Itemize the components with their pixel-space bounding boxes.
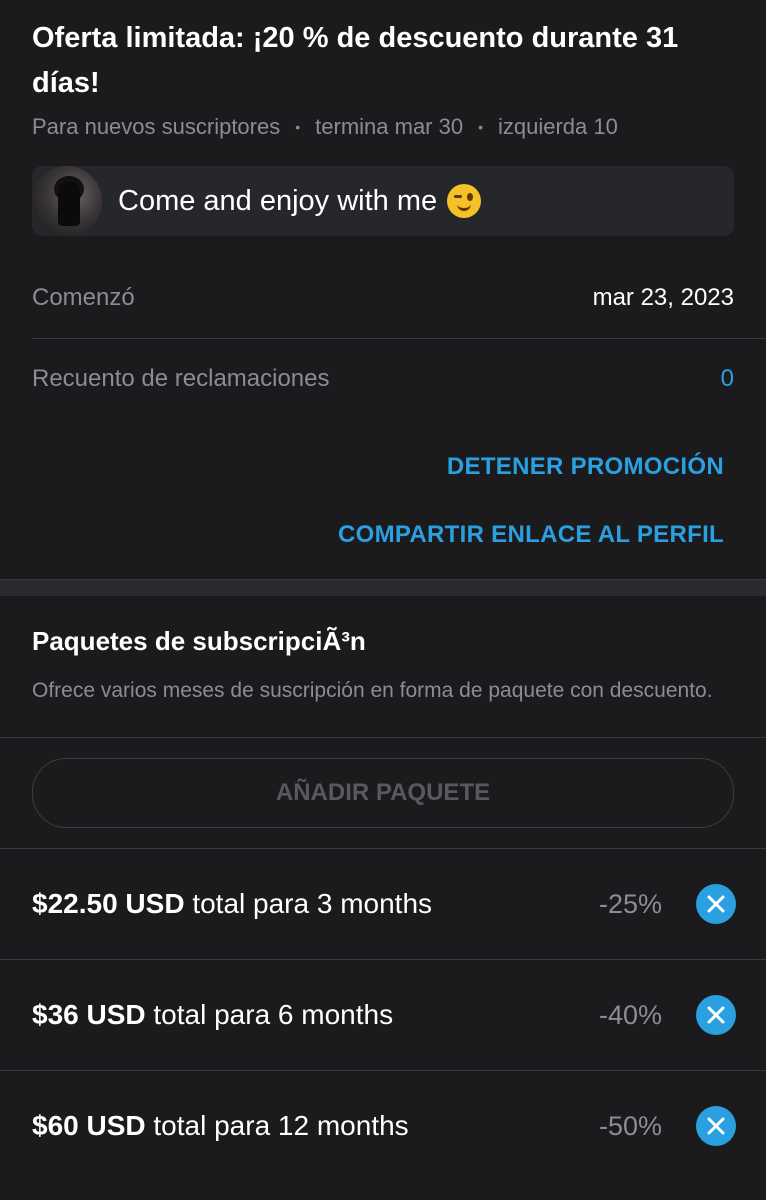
claims-label: Recuento de reclamaciones [32,365,330,392]
bundle-duration: total para 3 months [192,888,433,919]
promo-meta: Para nuevos suscriptores • termina mar 3… [32,114,734,140]
bundle-duration: total para 6 months [153,999,394,1030]
remove-bundle-button[interactable] [696,1106,736,1146]
claims-section: Recuento de reclamaciones 0 [0,339,766,419]
section-separator [0,579,766,596]
bundle-price: $36 USD [32,999,146,1030]
promo-message: Come and enjoy with me [32,166,734,236]
promo-audience: Para nuevos suscriptores [32,114,281,139]
bundle-text: $60 USD total para 12 months [32,1110,599,1142]
share-profile-link-button[interactable]: COMPARTIR ENLACE AL PERFIL [32,521,724,549]
promo-title: Oferta limitada: ¡20 % de descuento dura… [32,22,679,99]
bundle-price: $60 USD [32,1110,146,1141]
close-icon [707,895,725,913]
claims-value[interactable]: 0 [721,365,734,393]
promo-end-date: termina mar 30 [315,114,464,139]
bundle-row: $36 USD total para 6 months -40% [0,959,766,1070]
bundle-discount: -40% [598,999,662,1030]
add-bundle-wrap: AÑADIR PAQUETE [0,738,766,848]
started-label: Comenzó [32,284,135,311]
bundle-price: $22.50 USD [32,888,185,919]
bundle-list: $22.50 USD total para 3 months -25% $36 … [0,848,766,1181]
bundle-text: $22.50 USD total para 3 months [32,888,599,920]
bundle-row: $22.50 USD total para 3 months -25% [0,848,766,959]
avatar [32,166,102,236]
close-icon [707,1117,725,1135]
bundles-title: Paquetes de subscripciÃ³n [32,626,366,656]
started-value: mar 23, 2023 [592,284,734,311]
message-label: Come and enjoy with me [118,184,438,217]
add-bundle-button[interactable]: AÑADIR PAQUETE [32,758,734,828]
promo-section: Oferta limitada: ¡20 % de descuento dura… [0,0,766,338]
bundles-description: Ofrece varios meses de suscripción en fo… [32,679,713,702]
remove-bundle-button[interactable] [696,884,736,924]
bundles-header: Paquetes de subscripciÃ³n Ofrece varios … [0,596,766,706]
bundle-discount: -25% [598,888,662,919]
remove-bundle-button[interactable] [696,995,736,1035]
separator-dot: • [295,119,301,135]
bundle-discount: -50% [598,1110,662,1141]
close-icon [707,1006,725,1024]
started-row: Comenzó mar 23, 2023 [32,258,734,338]
bundle-row: $60 USD total para 12 months -50% [0,1070,766,1181]
promo-remaining: izquierda 10 [498,114,618,139]
separator-dot: • [478,119,483,135]
claims-row: Recuento de reclamaciones 0 [32,339,734,419]
bundle-duration: total para 12 months [153,1110,409,1141]
promo-actions: DETENER PROMOCIÓN COMPARTIR ENLACE AL PE… [0,453,766,549]
stop-promotion-button[interactable]: DETENER PROMOCIÓN [32,453,724,481]
promo-message-text: Come and enjoy with me [118,184,482,218]
winking-face-icon [447,184,482,218]
bundle-text: $36 USD total para 6 months [32,999,599,1031]
